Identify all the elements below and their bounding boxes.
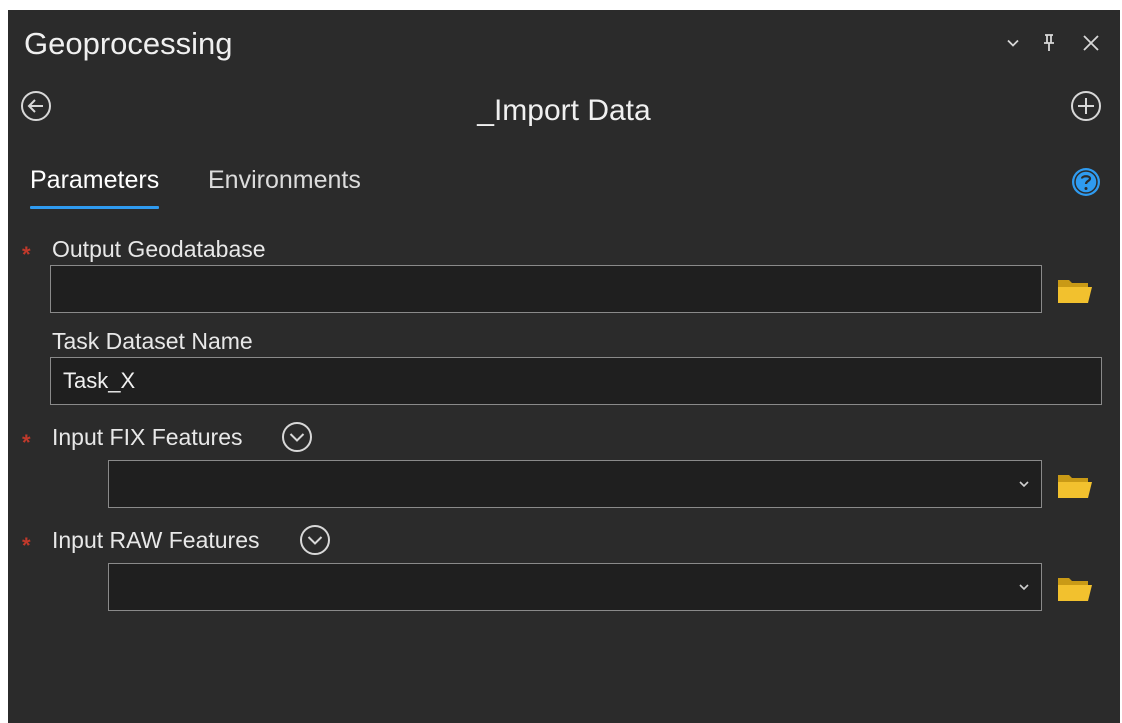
- input-raw-features-label: Input RAW Features: [52, 527, 260, 553]
- tab-parameters[interactable]: Parameters: [30, 166, 160, 209]
- close-icon[interactable]: [1078, 30, 1104, 56]
- task-dataset-name-label: Task Dataset Name: [52, 328, 253, 354]
- pane-title: Geoprocessing: [24, 26, 233, 61]
- input-fix-features-dropdown[interactable]: [108, 460, 1042, 508]
- add-circle-icon[interactable]: [1068, 88, 1104, 124]
- task-dataset-name-input[interactable]: [50, 357, 1102, 405]
- chevron-down-icon: [1019, 584, 1029, 591]
- pane-titlebar: Geoprocessing: [8, 10, 1120, 74]
- expand-raw-features-icon[interactable]: [298, 523, 332, 557]
- folder-icon[interactable]: [1056, 274, 1094, 306]
- expand-fix-features-icon[interactable]: [280, 420, 314, 454]
- tab-environments[interactable]: Environments: [208, 166, 361, 203]
- tab-strip: Parameters Environments: [30, 162, 1110, 212]
- output-geodatabase-input[interactable]: [50, 265, 1042, 313]
- geoprocessing-pane: Geoprocessing _Import Data Parameters En…: [8, 10, 1120, 723]
- input-fix-features-label: Input FIX Features: [52, 424, 243, 450]
- output-geodatabase-label: Output Geodatabase: [52, 236, 266, 262]
- folder-icon[interactable]: [1056, 572, 1094, 604]
- chevron-down-icon[interactable]: [1000, 30, 1026, 56]
- folder-icon[interactable]: [1056, 469, 1094, 501]
- pin-icon[interactable]: [1036, 30, 1062, 56]
- required-marker: *: [22, 242, 31, 267]
- help-circle-icon[interactable]: [1070, 166, 1102, 198]
- tool-title: _Import Data: [477, 94, 651, 127]
- input-raw-features-dropdown[interactable]: [108, 563, 1042, 611]
- required-marker: *: [22, 533, 31, 558]
- chevron-down-icon: [1019, 481, 1029, 488]
- required-marker: *: [22, 430, 31, 455]
- tool-toolbar: _Import Data: [8, 82, 1120, 134]
